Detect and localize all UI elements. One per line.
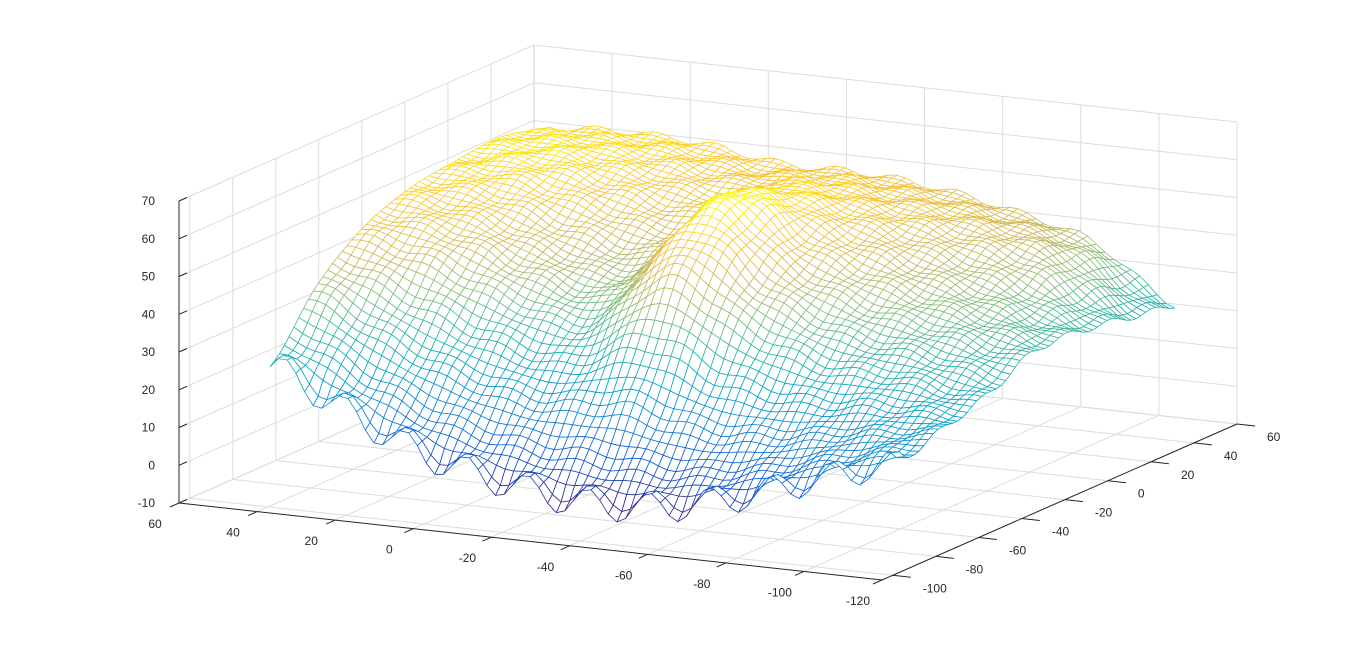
z-tick-mark <box>179 349 187 353</box>
mesh-plot: -100102030405060706040200-20-40-60-80-10… <box>0 0 1366 650</box>
y-tick-mark <box>1151 462 1169 464</box>
z-tick-label: 60 <box>142 232 156 246</box>
y-tick-label: -80 <box>966 562 984 576</box>
z-tick-mark <box>179 311 187 315</box>
y-tick-mark <box>979 538 997 540</box>
x-tick-mark <box>326 520 335 524</box>
x-tick-mark <box>404 529 413 533</box>
mesh-surface <box>270 126 1175 522</box>
x-tick-label: 60 <box>148 517 162 531</box>
z-tick-mark <box>179 198 187 202</box>
z-tick-label: 0 <box>148 458 155 472</box>
x-tick-label: -80 <box>693 577 711 591</box>
x-axis-line <box>179 503 882 580</box>
x-tick-mark <box>561 546 570 550</box>
z-tick-mark <box>179 500 187 504</box>
y-tick-label: 60 <box>1267 430 1281 444</box>
z-tick-label: 70 <box>142 194 156 208</box>
z-tick-mark <box>179 235 187 239</box>
x-tick-mark <box>170 503 179 507</box>
x-tick-mark <box>873 580 882 584</box>
z-tick-mark <box>179 386 187 390</box>
y-tick-mark <box>936 556 954 558</box>
z-tick-label: 20 <box>142 383 156 397</box>
y-tick-label: -40 <box>1052 525 1070 539</box>
y-tick-mark <box>1065 500 1083 502</box>
z-tick-label: 30 <box>142 345 156 359</box>
x-tick-label: -100 <box>768 585 792 599</box>
y-tick-label: 0 <box>1138 487 1145 501</box>
y-tick-mark <box>893 575 911 577</box>
x-tick-mark <box>482 537 491 541</box>
y-tick-label: -60 <box>1009 543 1027 557</box>
z-tick-label: 40 <box>142 307 156 321</box>
x-tick-mark <box>248 512 257 516</box>
x-tick-label: -120 <box>846 594 870 608</box>
x-tick-mark <box>717 563 726 567</box>
x-tick-mark <box>795 571 804 575</box>
y-tick-mark <box>1237 424 1255 426</box>
y-tick-mark <box>1108 481 1126 483</box>
z-tick-label: 50 <box>142 270 156 284</box>
x-tick-label: -60 <box>615 568 633 582</box>
y-tick-mark <box>1194 443 1212 445</box>
x-tick-label: 40 <box>226 526 240 540</box>
y-axis-line <box>882 424 1237 580</box>
z-tick-mark <box>179 273 187 277</box>
z-tick-mark <box>179 462 187 466</box>
y-tick-label: 40 <box>1224 449 1238 463</box>
y-tick-label: -20 <box>1095 506 1113 520</box>
x-tick-label: 20 <box>305 534 319 548</box>
z-tick-mark <box>179 424 187 428</box>
y-tick-label: -100 <box>923 581 947 595</box>
y-tick-label: 20 <box>1181 468 1195 482</box>
x-tick-label: 0 <box>386 543 393 557</box>
z-tick-label: 10 <box>142 421 156 435</box>
x-tick-mark <box>639 554 648 558</box>
y-tick-mark <box>1022 519 1040 521</box>
x-tick-label: -40 <box>537 560 555 574</box>
z-tick-label: -10 <box>138 496 156 510</box>
x-tick-label: -20 <box>459 551 477 565</box>
